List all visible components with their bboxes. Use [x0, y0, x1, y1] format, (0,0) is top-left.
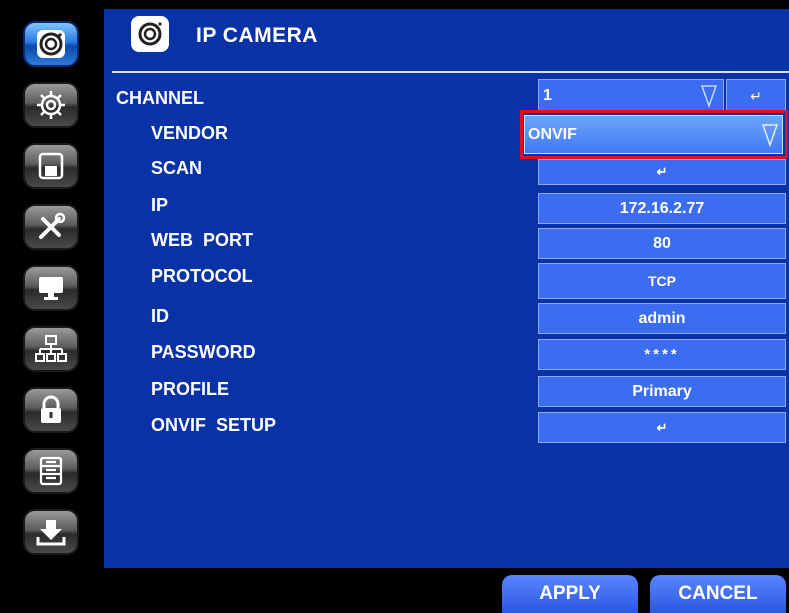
monitor-icon: [39, 277, 63, 300]
sidebar-item-settings[interactable]: [23, 82, 79, 128]
gear-icon: [37, 91, 65, 119]
save-icon: [38, 152, 64, 180]
web-port-value: 80: [653, 234, 671, 252]
sidebar-item-camera[interactable]: [23, 21, 79, 67]
web-port-field[interactable]: 80: [538, 228, 786, 259]
network-icon: [35, 335, 67, 362]
id-value: admin: [638, 309, 686, 327]
protocol-value: TCP: [648, 273, 676, 289]
profile-label: PROFILE: [151, 379, 230, 399]
sidebar-item-storage[interactable]: [23, 448, 79, 494]
protocol-select[interactable]: TCP: [538, 263, 786, 299]
channel-value: 1: [543, 87, 552, 104]
password-value: ****: [644, 346, 680, 363]
ip-label: IP: [151, 195, 169, 215]
divider: [112, 71, 789, 73]
profile-value: Primary: [632, 382, 692, 400]
main-panel: IP CAMERA CHANNEL VENDOR SCAN IP WEB POR…: [104, 9, 789, 568]
sidebar: [0, 0, 104, 613]
camera-icon: [37, 30, 65, 58]
apply-button[interactable]: APPLY: [502, 575, 638, 613]
id-label: ID: [151, 306, 169, 326]
channel-select[interactable]: 1: [538, 79, 724, 113]
cancel-button[interactable]: CANCEL: [650, 575, 786, 613]
password-label: PASSWORD: [151, 342, 256, 362]
web-port-label: WEB PORT: [151, 230, 253, 250]
highlight-box: [520, 110, 788, 159]
title-camera-icon: [131, 16, 169, 52]
download-icon: [36, 520, 66, 546]
scan-button[interactable]: ↵: [538, 159, 786, 185]
storage-icon: [39, 456, 63, 486]
camera-icon: [138, 22, 162, 46]
sidebar-item-record[interactable]: [23, 143, 79, 189]
lock-icon: [41, 395, 61, 423]
enter-icon: ↵: [750, 87, 762, 104]
ip-value: 172.16.2.77: [619, 199, 705, 217]
sidebar-item-display[interactable]: [23, 265, 79, 311]
scan-label: SCAN: [151, 158, 203, 178]
sidebar-item-backup[interactable]: [23, 509, 79, 555]
tools-icon: [39, 212, 66, 239]
page-title: IP CAMERA: [196, 24, 318, 47]
sidebar-item-network[interactable]: [23, 326, 79, 372]
channel-label: CHANNEL: [116, 88, 204, 108]
vendor-label: VENDOR: [151, 123, 229, 143]
channel-enter-button[interactable]: ↵: [726, 79, 786, 113]
id-field[interactable]: admin: [538, 303, 786, 334]
password-field[interactable]: ****: [538, 339, 786, 370]
onvif-setup-button[interactable]: ↵: [538, 412, 786, 443]
enter-icon: ↵: [656, 419, 668, 435]
protocol-label: PROTOCOL: [151, 266, 253, 286]
enter-icon: ↵: [656, 164, 668, 179]
sidebar-item-tools[interactable]: [23, 204, 79, 250]
onvif-setup-label: ONVIF SETUP: [151, 415, 277, 435]
profile-select[interactable]: Primary: [538, 376, 786, 407]
chevron-down-icon: [701, 85, 717, 108]
sidebar-item-security[interactable]: [23, 387, 79, 433]
ip-field[interactable]: 172.16.2.77: [538, 193, 786, 224]
